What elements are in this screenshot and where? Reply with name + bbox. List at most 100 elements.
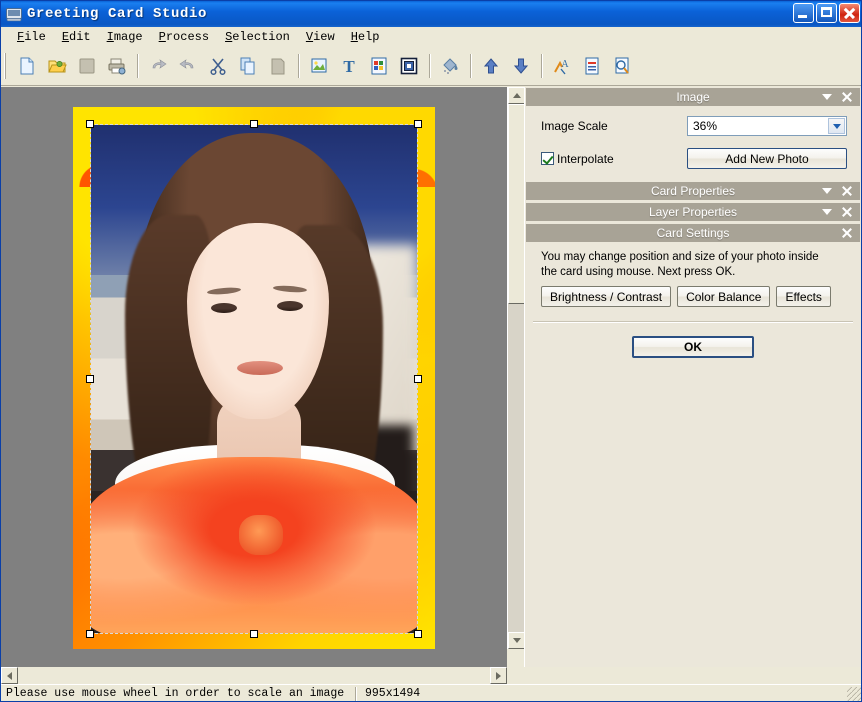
menu-help[interactable]: Help [343,28,388,46]
scroll-left-button[interactable] [1,667,18,684]
panel-header-layer-properties[interactable]: Layer Properties [526,203,860,221]
toolbar-separator [298,54,299,78]
selection-handle-bottom-right[interactable] [414,630,422,638]
ok-button[interactable]: OK [632,336,754,358]
close-icon[interactable] [841,185,853,197]
toolbar-separator [470,54,471,78]
copy-icon[interactable] [233,51,263,81]
selection-handle-middle-left[interactable] [86,375,94,383]
close-button[interactable] [839,3,860,23]
interpolate-checkbox-group[interactable]: Interpolate [541,152,687,166]
photo-subject-eye-right [277,301,303,311]
page-properties-icon[interactable] [577,51,607,81]
interpolate-label: Interpolate [557,151,614,166]
selection-handle-middle-right[interactable] [414,375,422,383]
move-up-icon[interactable] [476,51,506,81]
close-icon[interactable] [841,227,853,239]
minimize-button[interactable] [793,3,814,23]
open-folder-icon[interactable] [42,51,72,81]
maximize-button[interactable] [816,3,837,23]
paste-icon[interactable] [263,51,293,81]
image-scale-label: Image Scale [541,119,608,133]
card-settings-divider [533,321,853,322]
toolbar: T A [1,47,861,86]
image-scale-value: 36% [693,119,718,133]
close-icon[interactable] [841,206,853,218]
menu-selection[interactable]: Selection [217,28,298,46]
scroll-right-button[interactable] [490,667,507,684]
frame-icon[interactable] [394,51,424,81]
status-message: Please use mouse wheel in order to scale… [6,687,345,700]
paint-bucket-icon[interactable] [435,51,465,81]
panel-header-card-properties[interactable]: Card Properties [526,182,860,200]
application-window: Greeting Card Studio File Edit Image Pro… [0,0,862,702]
panel-body-image: Image Scale 36% Interpolate Add New Phot… [525,106,861,181]
chevron-down-icon[interactable] [822,188,832,194]
photo-layer[interactable] [91,125,417,633]
card-settings-button-row: Brightness / Contrast Color Balance Effe… [525,284,861,307]
panel-title-card-settings: Card Settings [656,226,730,240]
vscroll-thumb[interactable] [508,104,525,304]
status-separator [355,686,356,701]
redo-icon[interactable] [173,51,203,81]
photo-ribbon-knot [239,515,283,555]
window-controls [793,3,860,23]
menu-file[interactable]: File [9,28,54,46]
resize-grip[interactable] [847,687,861,701]
chevron-down-icon[interactable] [822,94,832,100]
scroll-down-button[interactable] [508,632,525,649]
preview-icon[interactable] [607,51,637,81]
photo-subject-eye-left [211,303,237,313]
move-down-icon[interactable] [506,51,536,81]
interpolate-row: Interpolate Add New Photo [541,148,847,169]
print-icon[interactable] [102,51,132,81]
panel-title-layer-properties: Layer Properties [648,205,738,219]
panel-header-image[interactable]: Image [526,88,860,106]
save-icon[interactable] [72,51,102,81]
toolbar-separator [137,54,138,78]
svg-text:T: T [343,57,355,76]
card-settings-hint-line1: You may change position and size of your… [541,251,819,263]
menu-process[interactable]: Process [151,28,217,46]
scroll-up-button[interactable] [508,87,525,104]
status-bar: Please use mouse wheel in order to scale… [1,684,861,701]
text-tool-icon[interactable]: T [334,51,364,81]
toolbar-separator [429,54,430,78]
menu-edit[interactable]: Edit [54,28,99,46]
app-window-icon [6,7,22,22]
undo-icon[interactable] [143,51,173,81]
chevron-down-icon[interactable] [822,209,832,215]
menu-view[interactable]: View [298,28,343,46]
canvas-vertical-scrollbar[interactable] [507,87,525,649]
interpolate-checkbox[interactable] [541,152,554,165]
panel-title-card-properties: Card Properties [650,184,736,198]
menu-image[interactable]: Image [99,28,151,46]
chevron-down-icon[interactable] [828,118,845,134]
toolbar-grip[interactable] [4,53,8,79]
selection-handle-top-left[interactable] [86,120,94,128]
insert-object-icon[interactable] [364,51,394,81]
new-document-icon[interactable] [12,51,42,81]
brightness-contrast-button[interactable]: Brightness / Contrast [541,286,672,307]
panel-header-card-settings[interactable]: Card Settings [526,224,860,242]
selection-handle-bottom-left[interactable] [86,630,94,638]
cut-scissors-icon[interactable] [203,51,233,81]
card-preview-canvas[interactable] [1,87,507,667]
ok-button-row: OK [525,336,861,358]
canvas-horizontal-scrollbar[interactable] [1,667,507,684]
add-new-photo-button[interactable]: Add New Photo [687,148,847,169]
status-dimensions: 995x1494 [365,687,421,700]
hscroll-track[interactable] [1,667,507,684]
image-scale-combobox[interactable]: 36% [687,116,847,136]
greeting-card[interactable] [73,107,435,649]
close-icon[interactable] [841,91,853,103]
color-balance-button[interactable]: Color Balance [677,286,771,307]
toolbar-separator [541,54,542,78]
effects-button[interactable]: Effects [776,286,831,307]
panel-title-image: Image [676,90,710,104]
insert-image-icon[interactable] [304,51,334,81]
selection-handle-top-right[interactable] [414,120,422,128]
font-tool-icon[interactable]: A [547,51,577,81]
selection-handle-top-center[interactable] [250,120,258,128]
selection-handle-bottom-center[interactable] [250,630,258,638]
